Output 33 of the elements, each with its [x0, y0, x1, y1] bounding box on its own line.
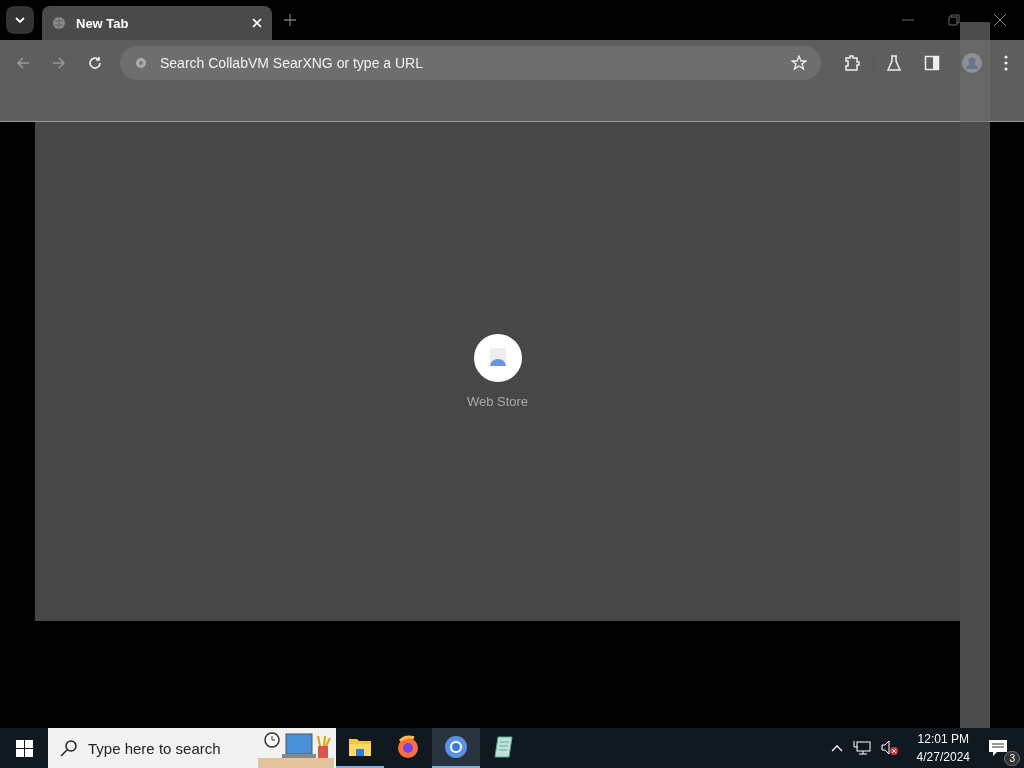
search-box[interactable]: Type here to search [48, 728, 336, 768]
search-placeholder: Type here to search [88, 739, 222, 757]
side-panel-icon[interactable] [924, 54, 940, 71]
globe-icon [52, 16, 66, 30]
menu-icon[interactable] [1004, 54, 1008, 71]
browser-tab[interactable]: New Tab [42, 6, 272, 40]
tab-title: New Tab [76, 15, 130, 31]
search-engine-icon [134, 55, 148, 70]
firefox-icon [396, 735, 420, 759]
windows-icon [15, 739, 33, 757]
new-tab-icon[interactable] [284, 14, 296, 26]
network-icon[interactable] [852, 740, 871, 756]
notification-icon[interactable] [988, 739, 1008, 757]
puzzle-icon[interactable] [843, 53, 861, 72]
shortcut-label[interactable]: Web Store [466, 394, 529, 409]
reload-icon[interactable] [88, 55, 102, 70]
clock-date[interactable]: 4/27/2024 [916, 750, 970, 764]
address-bar[interactable]: Search CollabVM SearXNG or type a URL [120, 45, 821, 80]
notification-badge: 3 [1004, 751, 1020, 766]
flask-icon[interactable] [886, 54, 902, 71]
chevron-icon [15, 17, 25, 23]
close-icon[interactable] [994, 14, 1006, 26]
browser-icon [444, 735, 468, 759]
star-icon[interactable] [791, 54, 807, 71]
taskbar-app-button[interactable] [432, 728, 480, 768]
speaker-icon[interactable] [880, 740, 899, 756]
tab-search-button[interactable] [6, 6, 34, 34]
address-placeholder: Search CollabVM SearXNG or type a URL [160, 54, 424, 71]
chevron-up-icon[interactable] [830, 744, 843, 752]
store-icon[interactable] [473, 334, 522, 382]
clock-time[interactable]: 12:01 PM [917, 732, 969, 746]
search-icon [60, 739, 78, 757]
notepad-icon [492, 735, 516, 759]
